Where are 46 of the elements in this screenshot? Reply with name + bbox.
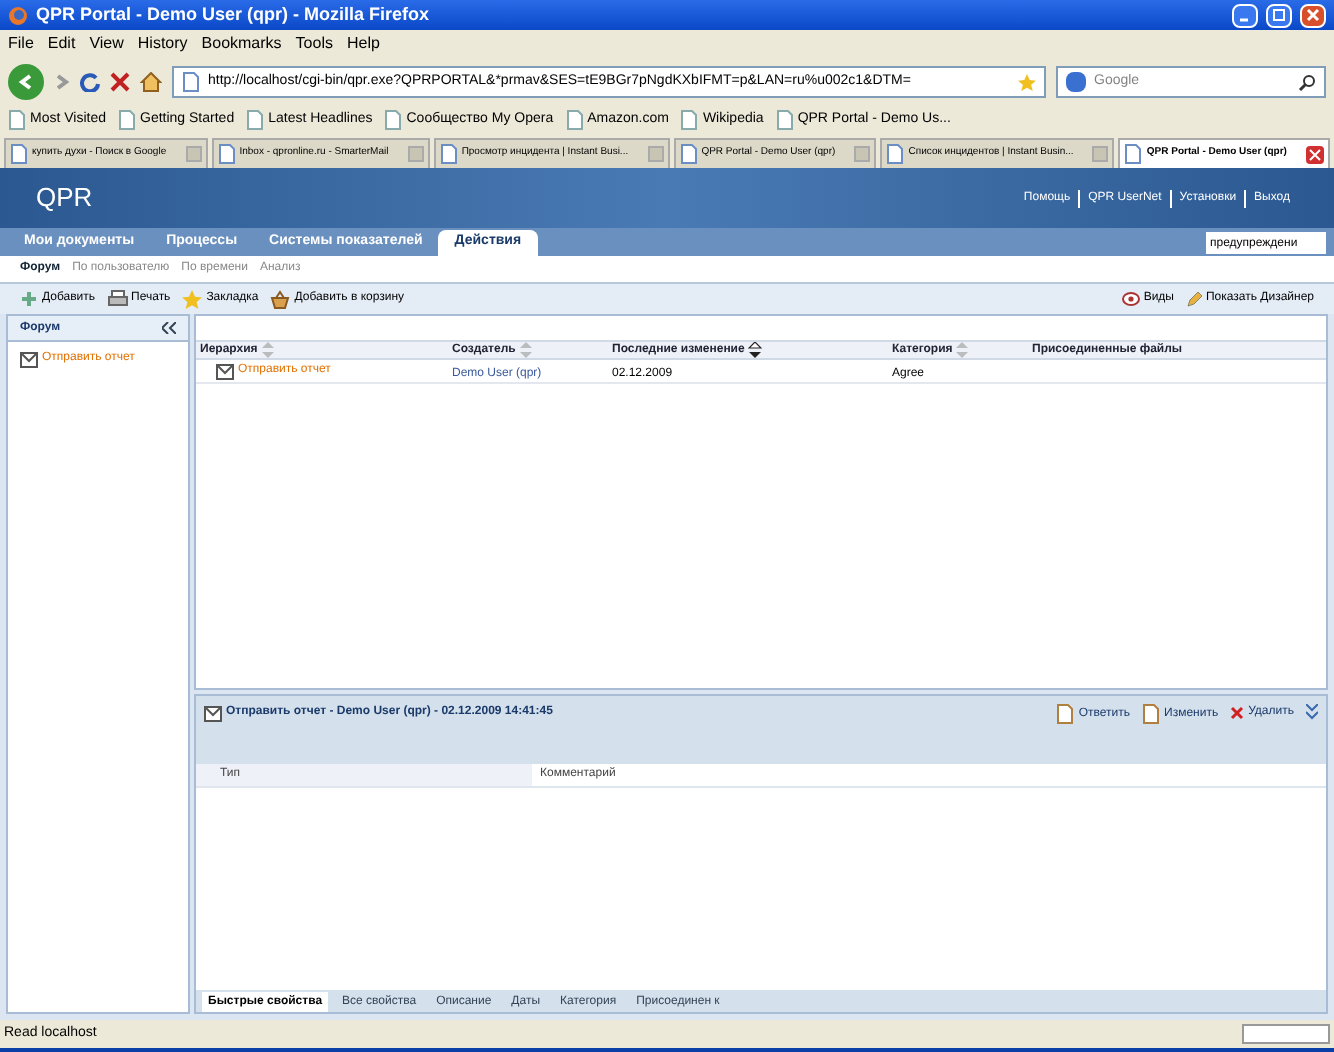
- envelope-icon: [20, 351, 38, 367]
- menu-item[interactable]: File: [8, 32, 34, 56]
- window-title: QPR Portal - Demo User (qpr) - Mozilla Firefox: [36, 1, 432, 28]
- search-icon[interactable]: [1298, 73, 1316, 91]
- page-icon: [439, 144, 458, 164]
- close-icon: [1306, 8, 1320, 22]
- minimize-button[interactable]: [1232, 3, 1258, 27]
- page-icon: [384, 110, 403, 130]
- back-button[interactable]: [8, 64, 44, 100]
- page-icon: [886, 144, 905, 164]
- logo-text: QPR: [36, 180, 95, 217]
- page-icon: [1124, 144, 1143, 164]
- star-icon[interactable]: [1018, 73, 1036, 91]
- collapse-icon[interactable]: [162, 322, 176, 334]
- menu-item[interactable]: Help: [346, 32, 380, 56]
- menu-item[interactable]: History: [137, 32, 188, 56]
- menu-item[interactable]: Bookmarks: [201, 32, 282, 56]
- printer-icon: [107, 290, 128, 308]
- star-icon: [182, 289, 203, 309]
- close-icon[interactable]: [1306, 145, 1325, 163]
- page-icon: [565, 110, 584, 130]
- pencil-icon: [1185, 291, 1202, 307]
- reload-icon[interactable]: [80, 72, 100, 92]
- page-icon: [1142, 704, 1160, 724]
- expand-icon[interactable]: [1306, 704, 1318, 720]
- delete-icon: [1230, 706, 1245, 720]
- stop-icon[interactable]: [110, 72, 130, 92]
- envelope-icon: [216, 363, 234, 379]
- sort-icon[interactable]: [748, 342, 763, 358]
- menu-item[interactable]: Tools: [295, 32, 333, 56]
- page-icon: [118, 110, 136, 130]
- home-icon[interactable]: [140, 72, 162, 92]
- status-panel: [1242, 1024, 1330, 1044]
- page-icon: [775, 110, 794, 130]
- page-icon: [182, 72, 200, 92]
- menu-item[interactable]: View: [89, 32, 124, 56]
- envelope-icon: [204, 705, 222, 721]
- browser-logo-icon: [8, 5, 28, 25]
- close-button[interactable]: [1300, 3, 1326, 27]
- maximize-icon: [1272, 8, 1286, 22]
- plus-icon: [20, 290, 38, 308]
- menu-item[interactable]: Edit: [47, 32, 76, 56]
- basket-icon: [270, 289, 291, 309]
- maximize-button[interactable]: [1266, 3, 1292, 27]
- eye-icon: [1121, 292, 1140, 306]
- page-icon: [1056, 704, 1075, 724]
